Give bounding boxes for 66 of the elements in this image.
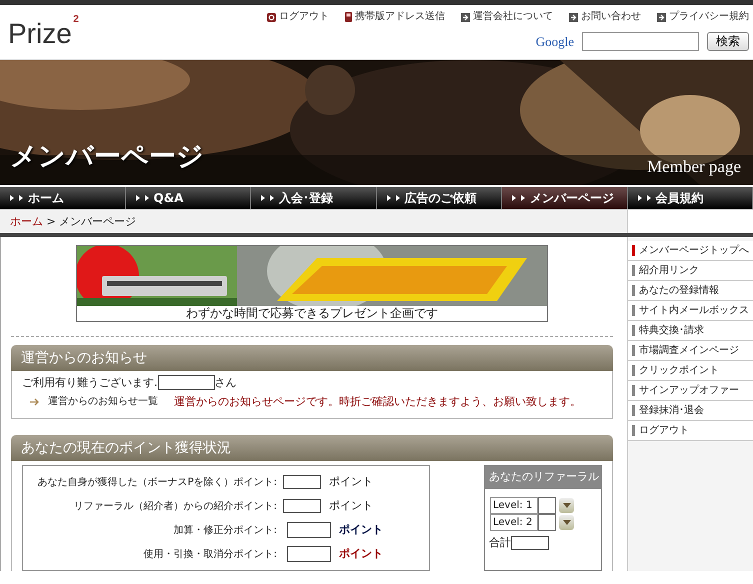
sidebar-item[interactable]: 紹介用リンク bbox=[628, 261, 753, 281]
caret-icon bbox=[562, 502, 570, 508]
nav-tab[interactable]: 会員規約 bbox=[628, 187, 753, 209]
breadcrumb-link[interactable]: ホーム bbox=[10, 215, 43, 228]
dropdown-button[interactable] bbox=[559, 498, 574, 512]
arrow-icon bbox=[461, 12, 470, 22]
phone-icon bbox=[345, 12, 352, 22]
nav-tab[interactable]: Q&A bbox=[126, 187, 251, 209]
logo[interactable]: Prize$^{2}$ bbox=[8, 13, 79, 51]
top-link[interactable]: ログアウト bbox=[279, 9, 329, 24]
sidebar-item[interactable]: メンバーページトップへ bbox=[628, 241, 753, 261]
notice-message: 運営からのお知らせページです。時折ご確認いただきますよう、お願い致します。 bbox=[174, 394, 581, 410]
sidebar-item[interactable]: 市場調査メインページ bbox=[628, 341, 753, 361]
sidebar-item[interactable]: サインアップオファー bbox=[628, 381, 753, 401]
page-title: メンバーページ bbox=[10, 140, 204, 174]
notice-list-link[interactable]: 運営からのお知らせ一覧 bbox=[48, 394, 158, 410]
sidebar-item[interactable]: 特典交換･請求 bbox=[628, 321, 753, 341]
breadcrumb-current: > メンバーページ bbox=[45, 215, 136, 228]
nav-tab[interactable]: メンバーページ bbox=[502, 187, 628, 209]
panel-header: 運営からのお知らせ bbox=[11, 345, 613, 371]
sidebar-item[interactable]: サイト内メールボックス bbox=[628, 301, 753, 321]
level-label: Level: 2 bbox=[490, 514, 538, 530]
referral-header: あなたのリファーラル bbox=[485, 466, 601, 488]
level-field bbox=[538, 514, 556, 530]
nav-tab[interactable]: ホーム bbox=[0, 187, 126, 209]
point-label: あなた自身が獲得した（ボーナスPを除く）ポイント: bbox=[36, 476, 278, 490]
panel-header: あなたの現在のポイント獲得状況 bbox=[11, 435, 613, 461]
sidebar-item[interactable]: 登録抹消･退会 bbox=[628, 401, 753, 421]
sidebar-item[interactable]: あなたの登録情報 bbox=[628, 281, 753, 301]
greeting-text: ご利用有り難うございます. bbox=[22, 376, 158, 389]
power-icon bbox=[267, 12, 276, 22]
sidebar-item[interactable]: ログアウト bbox=[628, 421, 753, 441]
banner-caption: わずかな時間で応募できるプレゼント企画です bbox=[185, 306, 439, 321]
point-unit: ポイント bbox=[329, 498, 373, 514]
name-field bbox=[158, 375, 214, 390]
point-field bbox=[283, 475, 321, 489]
search-button[interactable]: 検索 bbox=[707, 32, 749, 52]
name-suffix: さん bbox=[214, 376, 236, 389]
top-link[interactable]: 運営会社について bbox=[473, 9, 553, 24]
nav-tab[interactable]: 広告のご依頼 bbox=[376, 187, 502, 209]
sidebar-item[interactable]: クリックポイント bbox=[628, 361, 753, 381]
top-link[interactable]: 携帯版アドレス送信 bbox=[355, 9, 445, 24]
point-unit: ポイント bbox=[329, 474, 373, 490]
page-subtitle: Member page bbox=[647, 156, 741, 178]
point-unit: ポイント bbox=[339, 546, 383, 562]
point-label: 使用・引換・取消分ポイント: bbox=[142, 548, 278, 562]
total-field bbox=[511, 536, 549, 550]
point-field bbox=[287, 546, 331, 562]
dropdown-button[interactable] bbox=[559, 514, 574, 530]
caret-icon bbox=[562, 520, 570, 524]
google-logo: Google bbox=[536, 33, 574, 51]
point-field bbox=[287, 522, 331, 538]
level-field bbox=[538, 496, 556, 514]
point-label: リファーラル（紹介者）からの紹介ポイント: bbox=[72, 500, 278, 514]
point-label: 加算・修正分ポイント: bbox=[172, 524, 278, 538]
total-label: 合計 bbox=[489, 534, 511, 550]
top-link[interactable]: お問い合わせ bbox=[581, 9, 641, 24]
arrow-icon bbox=[657, 12, 666, 22]
arrow-icon bbox=[30, 398, 40, 406]
nav-tab[interactable]: 入会･登録 bbox=[251, 187, 376, 209]
arrow-icon bbox=[569, 12, 578, 22]
top-link[interactable]: プライバシー規約 bbox=[669, 9, 749, 24]
point-field bbox=[283, 499, 321, 513]
level-label: Level: 1 bbox=[490, 496, 538, 514]
point-unit: ポイント bbox=[339, 522, 383, 538]
search-field[interactable] bbox=[582, 32, 699, 52]
